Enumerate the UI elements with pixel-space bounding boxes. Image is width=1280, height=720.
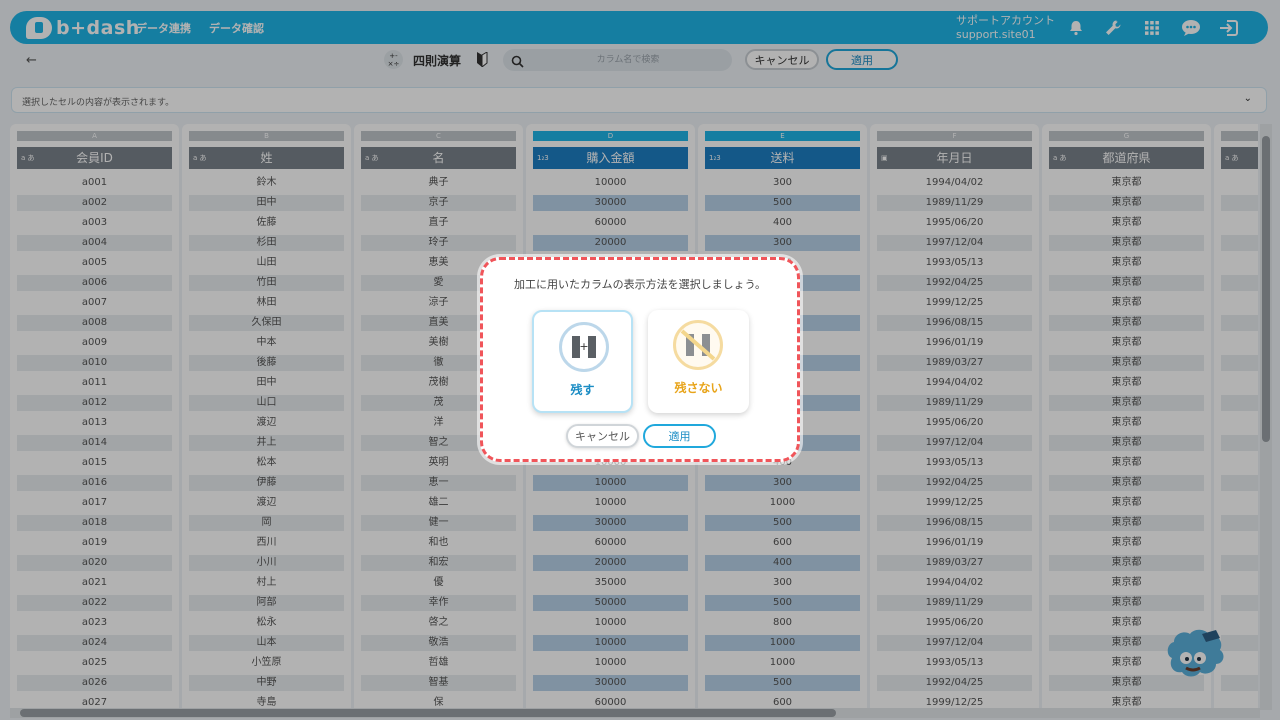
- svg-text:+: +: [579, 340, 588, 353]
- column-display-dialog: 加工に用いたカラムの表示方法を選択しましょう。 + 残す 残さない キャンセル …: [480, 257, 800, 462]
- dialog-question: 加工に用いたカラムの表示方法を選択しましょう。: [513, 278, 766, 291]
- keep-columns-option[interactable]: + 残す: [532, 310, 633, 413]
- dialog-cancel-button[interactable]: キャンセル: [566, 424, 639, 448]
- keep-label: 残す: [570, 383, 595, 397]
- keep-icon: +: [559, 322, 609, 372]
- drop-label: 残さない: [674, 381, 723, 395]
- drop-icon: [673, 320, 723, 370]
- dialog-apply-button[interactable]: 適用: [643, 424, 716, 448]
- drop-columns-option[interactable]: 残さない: [648, 310, 749, 413]
